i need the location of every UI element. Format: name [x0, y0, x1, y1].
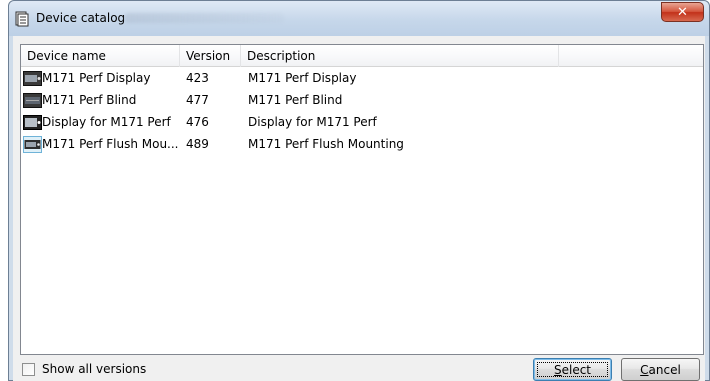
device-flush-icon	[23, 136, 42, 153]
device-version: 477	[186, 93, 209, 107]
device-blind-icon	[23, 93, 42, 108]
device-version: 489	[186, 137, 209, 151]
column-header-device-name[interactable]: Device name	[21, 45, 180, 67]
device-name: M171 Perf Display	[42, 71, 151, 85]
window-title: Device catalog	[36, 11, 126, 25]
list-item[interactable]: M171 Perf Display 423 M171 Perf Display	[21, 68, 703, 90]
device-catalog-window: Device catalog ✕ Device name Version Des…	[8, 0, 710, 381]
select-button[interactable]: Select	[533, 358, 612, 381]
show-all-versions-toggle[interactable]: Show all versions	[22, 362, 146, 376]
title-blurred-path	[124, 13, 284, 23]
column-header-description[interactable]: Description	[241, 45, 559, 67]
device-description: M171 Perf Blind	[248, 93, 343, 107]
device-version: 476	[186, 115, 209, 129]
device-description: Display for M171 Perf	[248, 115, 377, 129]
focus-rectangle	[537, 362, 608, 377]
device-display-icon	[23, 115, 42, 130]
device-version: 423	[186, 71, 209, 85]
show-all-versions-checkbox[interactable]	[22, 362, 35, 376]
show-all-versions-label: Show all versions	[42, 362, 147, 376]
column-header-version[interactable]: Version	[180, 45, 241, 67]
device-name: M171 Perf Flush Mou...	[42, 137, 179, 151]
list-item[interactable]: M171 Perf Blind 477 M171 Perf Blind	[21, 90, 703, 112]
list-item[interactable]: M171 Perf Flush Mou... 489 M171 Perf Flu…	[21, 134, 703, 156]
dialog-body: Device name Version Description M171 Per…	[13, 36, 705, 381]
device-description: M171 Perf Flush Mounting	[248, 137, 404, 151]
catalog-book-icon	[15, 11, 29, 27]
device-name: M171 Perf Blind	[42, 93, 137, 107]
device-description: M171 Perf Display	[248, 71, 357, 85]
device-list[interactable]: Device name Version Description M171 Per…	[20, 44, 704, 355]
title-bar[interactable]: Device catalog ✕	[9, 1, 709, 36]
cancel-button[interactable]: Cancel	[621, 358, 700, 381]
cancel-button-label: Cancel	[640, 362, 681, 377]
list-item[interactable]: Display for M171 Perf 476 Display for M1…	[21, 112, 703, 134]
device-name: Display for M171 Perf	[42, 115, 171, 129]
device-display-icon	[23, 71, 42, 86]
list-header: Device name Version Description	[21, 45, 703, 67]
close-button[interactable]: ✕	[661, 2, 704, 22]
close-icon: ✕	[677, 4, 688, 20]
